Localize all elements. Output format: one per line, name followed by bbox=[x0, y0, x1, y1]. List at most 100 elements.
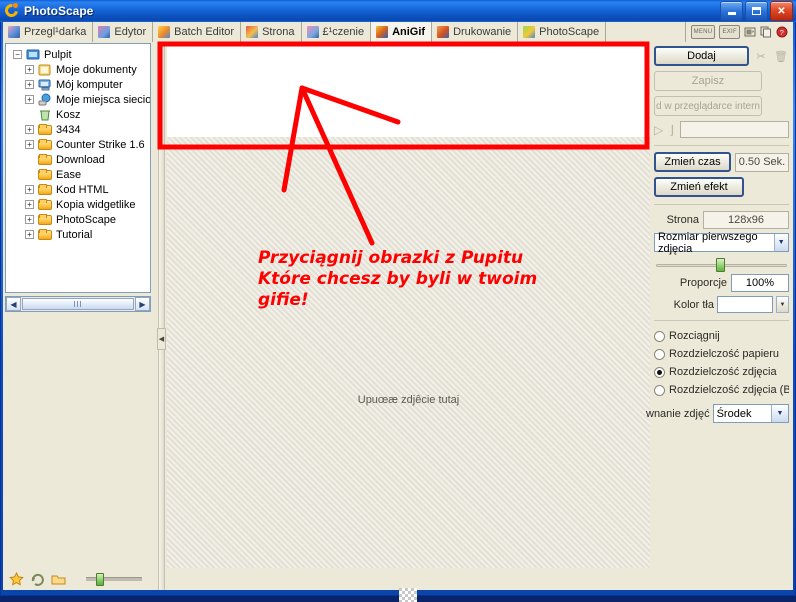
expand-toggle[interactable]: + bbox=[25, 200, 34, 209]
open-in-browser-button[interactable]: d w przeglądarce intern bbox=[654, 96, 762, 116]
tab-label: Batch Editor bbox=[174, 26, 235, 38]
expand-toggle[interactable]: + bbox=[25, 95, 34, 104]
folder-icon bbox=[37, 168, 53, 182]
tab-batch-editor[interactable]: Batch Editor bbox=[153, 22, 242, 42]
save-button[interactable]: Zapisz bbox=[654, 71, 762, 91]
close-button[interactable]: ✕ bbox=[770, 1, 793, 21]
tree-item-photoscape[interactable]: + PhotoScape bbox=[9, 212, 150, 227]
tab-anigif[interactable]: AniGif bbox=[371, 22, 433, 42]
combine-icon bbox=[306, 25, 320, 39]
anigif-icon bbox=[375, 25, 389, 39]
tree-item-moj-komputer[interactable]: + Mój komputer bbox=[9, 77, 150, 92]
slider-thumb[interactable] bbox=[716, 258, 726, 272]
stop-icon[interactable]: ⌋ bbox=[669, 123, 674, 137]
scroll-left-button[interactable]: ◀ bbox=[6, 297, 21, 311]
tab-photoscape[interactable]: PhotoScape bbox=[518, 22, 607, 42]
thumbnail-size-slider[interactable] bbox=[82, 572, 142, 586]
tree-item-moje-miejsca-sieciowe[interactable]: + Moje miejsca sieciowe bbox=[9, 92, 150, 107]
color-dropdown-icon[interactable]: ▼ bbox=[776, 296, 789, 313]
anigif-canvas[interactable]: Upuœæ zdjêcie tutaj bbox=[167, 42, 650, 590]
size-slider[interactable] bbox=[656, 258, 787, 272]
play-icon[interactable]: ▷ bbox=[654, 123, 663, 137]
change-effect-button[interactable]: Zmień efekt bbox=[654, 177, 744, 197]
refresh-icon[interactable] bbox=[30, 572, 45, 586]
expand-toggle[interactable]: + bbox=[25, 215, 34, 224]
chevron-down-icon[interactable]: ▼ bbox=[771, 405, 788, 422]
chevron-down-icon[interactable]: ▼ bbox=[773, 234, 788, 251]
radio-button[interactable] bbox=[654, 348, 665, 360]
panel-splitter[interactable]: ◀ bbox=[155, 42, 167, 590]
window-title: PhotoScape bbox=[24, 4, 94, 18]
tree-item-3434[interactable]: + 3434 bbox=[9, 122, 150, 137]
favorites-star-icon[interactable] bbox=[9, 571, 24, 586]
radio-rozciagnij[interactable]: Rozciągnij bbox=[654, 327, 789, 345]
tree-item-label: Kopia widgetlike bbox=[56, 198, 136, 211]
align-value: Środek bbox=[716, 407, 752, 420]
tree-item-label: Download bbox=[56, 153, 105, 166]
tab-drukowanie[interactable]: Drukowanie bbox=[432, 22, 519, 42]
tab-label: Drukowanie bbox=[453, 26, 512, 38]
tab-laczenie[interactable]: £¹czenie bbox=[302, 22, 372, 42]
frame-duration-value: 0.50 Sek. bbox=[735, 152, 789, 172]
tab-strona[interactable]: Strona bbox=[241, 22, 302, 42]
bg-color-swatch[interactable] bbox=[717, 296, 773, 313]
change-time-button[interactable]: Zmień czas bbox=[654, 152, 731, 172]
right-panel: Dodaj ✂ 🗑 Zapisz d w przeglądarce intern… bbox=[646, 42, 793, 590]
expand-toggle[interactable]: + bbox=[25, 230, 34, 239]
scrollbar-thumb[interactable] bbox=[22, 298, 134, 310]
tree-item-kosz[interactable]: Kosz bbox=[9, 107, 150, 122]
scroll-right-button[interactable]: ▶ bbox=[135, 297, 150, 311]
tree-item-kopia-widgetlike[interactable]: + Kopia widgetlike bbox=[9, 197, 150, 212]
tree-horizontal-scrollbar[interactable]: ◀ ▶ bbox=[5, 296, 151, 312]
help-icon[interactable]: ? bbox=[776, 26, 788, 38]
scrollbar-track[interactable] bbox=[21, 297, 135, 311]
add-button[interactable]: Dodaj bbox=[654, 46, 749, 66]
radio-button[interactable] bbox=[654, 384, 665, 396]
editor-icon bbox=[97, 25, 111, 39]
copy-icon[interactable] bbox=[760, 26, 772, 38]
frame-strip-area[interactable] bbox=[167, 42, 650, 137]
folder-tree[interactable]: − Pulpit + Moje dokumenty + Mój komputer… bbox=[5, 43, 151, 293]
proportion-value[interactable]: 100% bbox=[731, 274, 789, 292]
tree-item-pulpit[interactable]: − Pulpit bbox=[9, 47, 150, 62]
slider-thumb[interactable] bbox=[96, 572, 104, 586]
radio-button[interactable] bbox=[654, 366, 665, 378]
align-select[interactable]: Środek ▼ bbox=[712, 404, 789, 423]
tree-item-moje-dokumenty[interactable]: + Moje dokumenty bbox=[9, 62, 150, 77]
expand-toggle[interactable]: + bbox=[25, 140, 34, 149]
screen-capture-icon[interactable] bbox=[744, 26, 756, 38]
radio-label: Rozciągnij bbox=[669, 330, 720, 342]
radio-rozdzielczosc-zdjecia[interactable]: Rozdzielczość zdjęcia bbox=[654, 363, 789, 381]
collapse-toggle[interactable]: − bbox=[13, 50, 22, 59]
playback-field[interactable] bbox=[679, 121, 789, 138]
splitter-collapse-handle[interactable]: ◀ bbox=[157, 328, 166, 350]
time-row: Zmień czas 0.50 Sek. bbox=[654, 152, 789, 172]
tree-item-download[interactable]: Download bbox=[9, 152, 150, 167]
tab-przegladarka[interactable]: Przegl¹darka bbox=[3, 22, 94, 42]
tree-item-label: Tutorial bbox=[56, 228, 93, 241]
expand-toggle[interactable]: + bbox=[25, 65, 34, 74]
radio-button[interactable] bbox=[654, 330, 665, 342]
expand-toggle[interactable]: + bbox=[25, 185, 34, 194]
trash-icon[interactable]: 🗑 bbox=[773, 48, 789, 64]
tree-item-ease[interactable]: Ease bbox=[9, 167, 150, 182]
radio-rozdzielczosc-zdjecia-bez[interactable]: Rozdzielczość zdjęcia (Bez pov bbox=[654, 381, 789, 399]
annotation-line: gifie! bbox=[258, 290, 309, 310]
exif-icon[interactable]: EXIF bbox=[719, 25, 740, 39]
size-mode-select[interactable]: Rozmiar pierwszego zdjęcia ▼ bbox=[654, 231, 789, 255]
tab-edytor[interactable]: Edytor bbox=[93, 22, 154, 42]
menu-icon[interactable]: MENU bbox=[690, 25, 716, 39]
radio-rozdzielczosc-papieru[interactable]: Rozdzielczość papieru bbox=[654, 345, 789, 363]
minimize-button[interactable] bbox=[720, 1, 743, 21]
page-row: Strona 128x96 bbox=[654, 211, 789, 229]
left-status-bar bbox=[3, 568, 155, 590]
expand-toggle[interactable]: + bbox=[25, 80, 34, 89]
scissors-icon[interactable]: ✂ bbox=[753, 48, 769, 64]
print-icon bbox=[436, 25, 450, 39]
maximize-button[interactable] bbox=[745, 1, 768, 21]
expand-toggle[interactable]: + bbox=[25, 125, 34, 134]
tree-item-tutorial[interactable]: + Tutorial bbox=[9, 227, 150, 242]
tree-item-kod-html[interactable]: + Kod HTML bbox=[9, 182, 150, 197]
tree-item-counter-strike[interactable]: + Counter Strike 1.6 bbox=[9, 137, 150, 152]
open-folder-icon[interactable] bbox=[51, 572, 66, 586]
